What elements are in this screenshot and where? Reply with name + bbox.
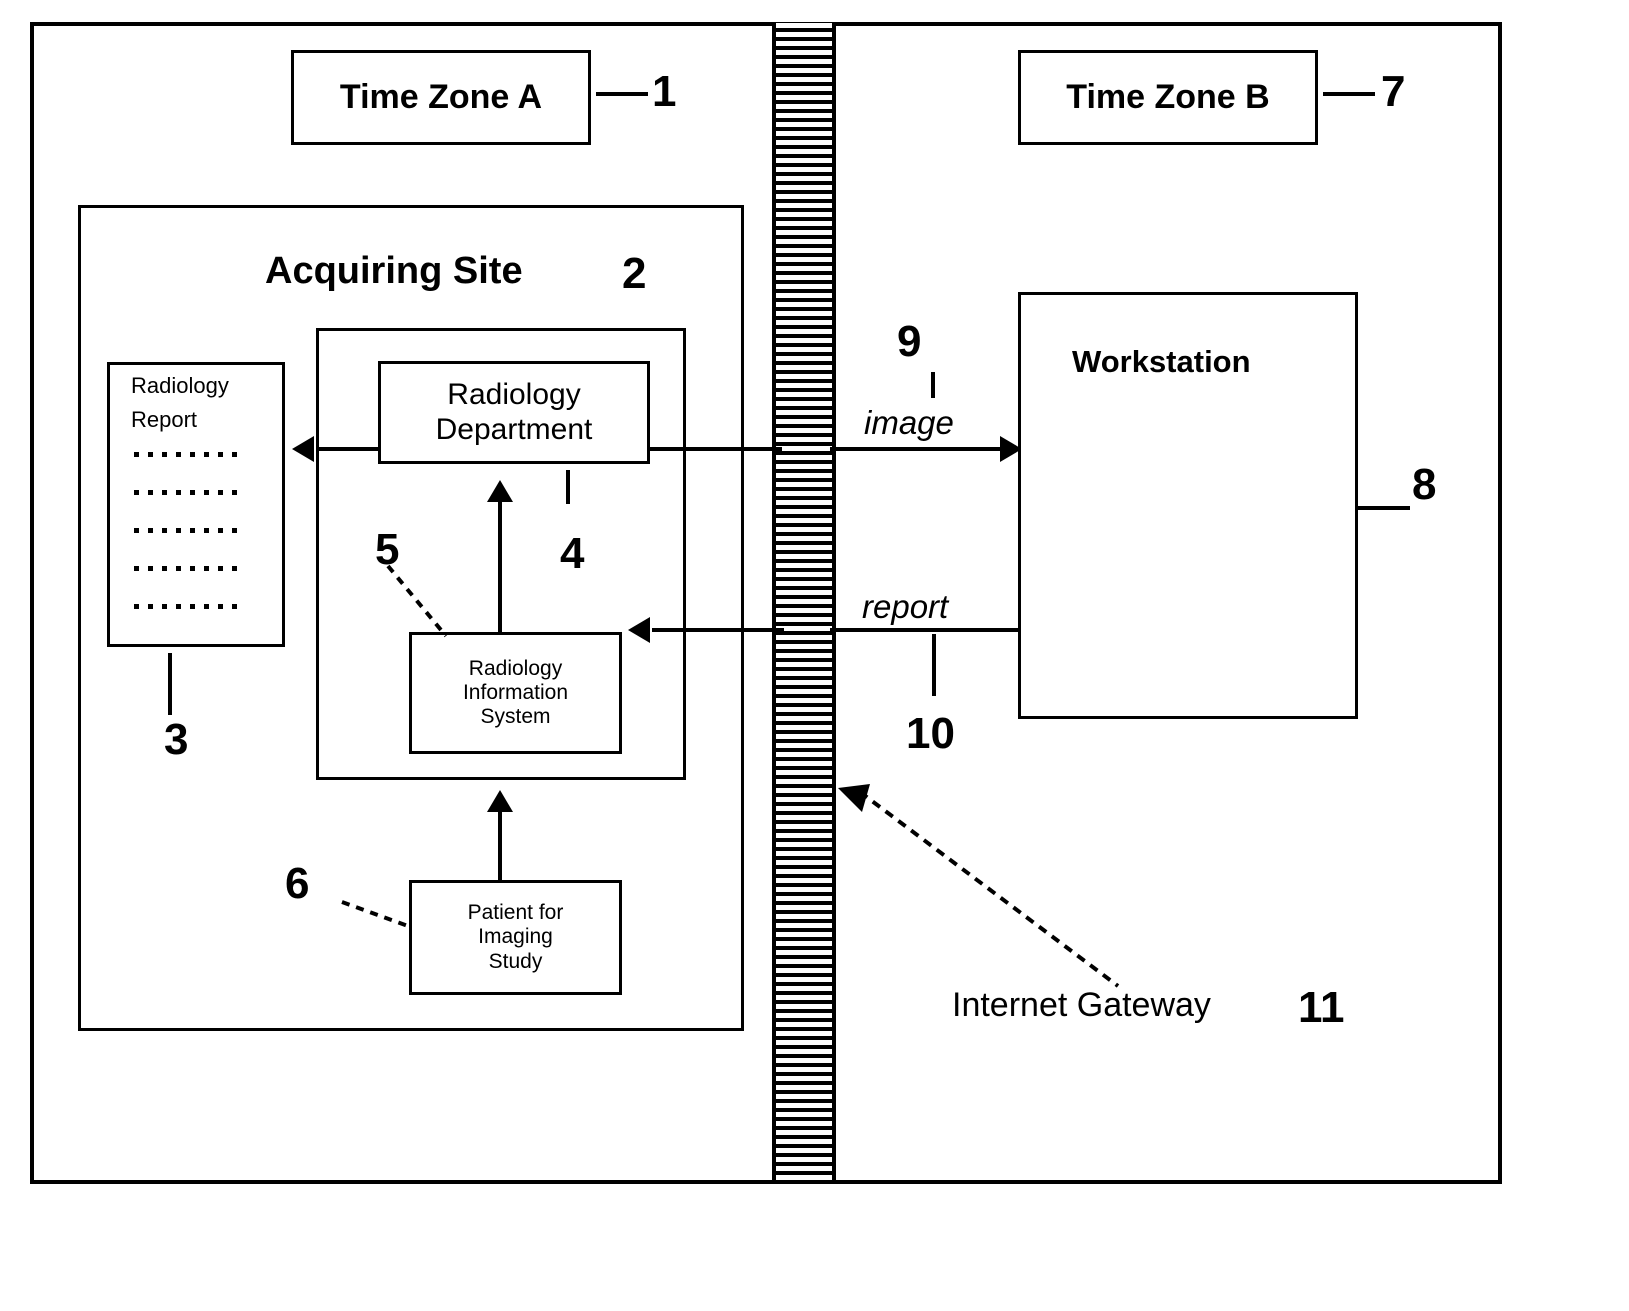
time-zone-b-box: Time Zone B xyxy=(1018,50,1318,145)
ref-2: 2 xyxy=(622,249,647,298)
ref-3: 3 xyxy=(164,715,189,764)
patient-line2: Imaging xyxy=(478,925,553,949)
radiology-department-line2: Department xyxy=(435,412,593,446)
report-dotted-line xyxy=(134,528,244,533)
report-dotted-line xyxy=(134,452,244,457)
radiology-department-line1: Radiology xyxy=(447,378,581,411)
time-zone-b-label: Time Zone B xyxy=(1066,77,1270,116)
ref-4: 4 xyxy=(560,529,585,578)
internet-gateway-leader xyxy=(838,784,1120,988)
patient-to-ris-arrowhead xyxy=(487,790,513,812)
internet-gateway-label: Internet Gateway xyxy=(952,986,1211,1024)
ref-1: 1 xyxy=(652,67,677,116)
ref-6: 6 xyxy=(285,859,310,908)
ref-8-leader xyxy=(1358,506,1410,510)
ref-9: 9 xyxy=(897,317,922,366)
ref-7: 7 xyxy=(1381,67,1406,116)
radiology-report-title-line2: Report xyxy=(131,407,198,432)
ris-to-department-line xyxy=(498,500,502,635)
ref-6-leader xyxy=(341,900,409,928)
department-to-report-line xyxy=(318,447,380,451)
ris-line3: System xyxy=(480,705,551,729)
image-flow-line-right xyxy=(830,447,1010,451)
time-zone-b-leader xyxy=(1323,92,1375,96)
ref-10-leader xyxy=(932,634,936,696)
ref-10: 10 xyxy=(906,709,955,758)
ris-to-department-arrowhead xyxy=(487,480,513,502)
diagram-canvas: Time Zone A 1 Time Zone B 7 Acquiring Si… xyxy=(0,0,1629,1311)
ris-line1: Radiology xyxy=(468,656,563,680)
acquiring-site-label: Acquiring Site xyxy=(265,250,523,292)
time-zone-a-box: Time Zone A xyxy=(291,50,591,145)
department-to-report-arrowhead xyxy=(292,436,314,462)
internet-gateway-band xyxy=(772,22,836,1184)
report-flow-line-right xyxy=(830,628,1020,632)
report-flow-label: report xyxy=(862,588,949,625)
patient-line1: Patient for xyxy=(467,901,564,925)
radiology-information-system-box: Radiology Information System xyxy=(409,632,622,754)
report-dotted-line xyxy=(134,566,244,571)
radiology-department-box: Radiology Department xyxy=(378,361,650,464)
ref-9-leader xyxy=(931,372,935,398)
ris-line2: Information xyxy=(462,680,569,704)
image-flow-label: image xyxy=(864,404,954,441)
image-flow-line-left xyxy=(650,447,782,451)
patient-to-ris-line xyxy=(498,810,502,882)
ref-11: 11 xyxy=(1298,983,1345,1032)
ref-5: 5 xyxy=(375,525,400,574)
report-flow-line-left xyxy=(652,628,784,632)
workstation-label: Workstation xyxy=(1072,344,1251,379)
patient-line3: Study xyxy=(488,949,543,973)
ref-3-leader xyxy=(168,653,172,715)
report-dotted-line xyxy=(134,604,244,609)
patient-box: Patient for Imaging Study xyxy=(409,880,622,995)
radiology-report-title-line1: Radiology xyxy=(131,373,229,398)
time-zone-a-label: Time Zone A xyxy=(339,77,543,116)
report-dotted-line xyxy=(134,490,244,495)
report-flow-arrowhead xyxy=(628,617,650,643)
time-zone-a-leader xyxy=(596,92,648,96)
ref-8: 8 xyxy=(1412,460,1437,509)
ref-4-leader xyxy=(566,470,570,504)
